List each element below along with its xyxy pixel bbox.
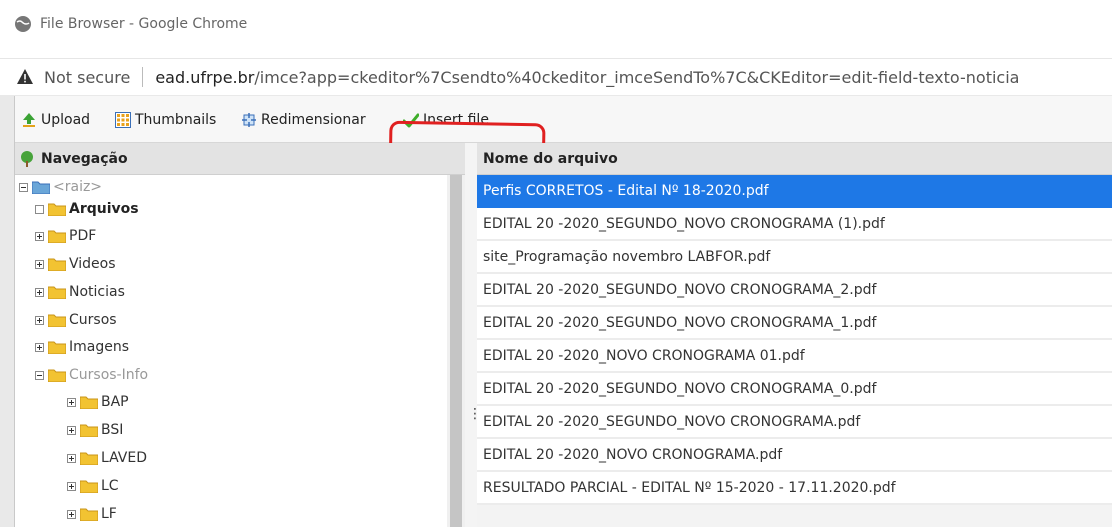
tree-item[interactable]: Cursos xyxy=(35,309,117,331)
panel-splitter[interactable]: ⋮ xyxy=(465,143,482,527)
tree-item-label: Videos xyxy=(69,256,116,272)
navigation-header: Navegação xyxy=(15,143,465,175)
expand-toggle[interactable] xyxy=(67,397,76,407)
tree-item-label: BAP xyxy=(101,394,129,410)
folder-icon xyxy=(48,258,66,271)
window-title: File Browser - Google Chrome xyxy=(40,16,248,32)
tree-item-label: LC xyxy=(101,478,119,494)
resize-button[interactable]: Redimensionar xyxy=(241,110,366,130)
tree-item-label: PDF xyxy=(69,228,97,244)
folder-icon xyxy=(48,286,66,299)
file-list-header[interactable]: Nome do arquivo xyxy=(477,143,1112,175)
tree-item[interactable]: LF xyxy=(67,503,117,525)
expand-toggle[interactable] xyxy=(35,342,44,352)
tree-icon xyxy=(21,150,33,167)
thumbnails-label: Thumbnails xyxy=(135,112,217,128)
url-text[interactable]: ead.ufrpe.br/imce?app=ckeditor%7Csendto%… xyxy=(155,68,1075,87)
file-row[interactable]: EDITAL 20 -2020_SEGUNDO_NOVO CRONOGRAMA_… xyxy=(477,373,1112,406)
folder-icon xyxy=(48,341,66,354)
upload-button[interactable]: Upload xyxy=(21,110,90,130)
tree-item-label: LF xyxy=(101,506,117,522)
navigation-title: Navegação xyxy=(41,150,128,167)
globe-icon xyxy=(15,16,31,32)
expand-toggle[interactable] xyxy=(67,425,76,435)
file-row[interactable]: EDITAL 20 -2020_SEGUNDO_NOVO CRONOGRAMA.… xyxy=(477,406,1112,439)
expand-toggle[interactable] xyxy=(35,287,44,297)
upload-icon xyxy=(23,113,35,127)
address-bar[interactable]: Not secure ead.ufrpe.br/imce?app=ckedito… xyxy=(0,58,1112,95)
tree-item[interactable]: Arquivos xyxy=(35,198,139,220)
expand-toggle[interactable] xyxy=(67,509,76,519)
expand-toggle[interactable] xyxy=(35,315,44,325)
folder-icon xyxy=(32,181,50,194)
tree-item[interactable]: PDF xyxy=(35,225,96,247)
tree-root[interactable]: <raiz> xyxy=(19,176,102,198)
folder-icon xyxy=(80,396,98,409)
folder-icon xyxy=(48,369,66,382)
warning-icon xyxy=(17,69,33,84)
file-row[interactable]: EDITAL 20 -2020_SEGUNDO_NOVO CRONOGRAMA_… xyxy=(477,307,1112,340)
thumbnails-icon xyxy=(115,112,131,128)
file-row[interactable]: EDITAL 20 -2020_NOVO CRONOGRAMA.pdf xyxy=(477,439,1112,472)
expand-toggle[interactable] xyxy=(35,259,44,269)
tree-item-label: LAVED xyxy=(101,450,148,466)
thumbnails-button[interactable]: Thumbnails xyxy=(115,110,216,130)
tree-item[interactable]: BSI xyxy=(67,419,123,441)
collapse-toggle[interactable] xyxy=(35,204,44,214)
browser-title-bar: File Browser - Google Chrome xyxy=(0,0,1112,58)
folder-icon xyxy=(80,508,98,521)
expand-toggle[interactable] xyxy=(35,231,44,241)
toolbar: Upload Thumbnails Redimensionar Insert f… xyxy=(15,96,1112,184)
tree-item[interactable]: Noticias xyxy=(35,281,125,303)
tree-item-label: Arquivos xyxy=(69,201,139,217)
tree-item-label: Cursos xyxy=(69,312,117,328)
tree-item[interactable]: Imagens xyxy=(35,336,129,358)
folder-tree: <raiz> Arquivos PDF Videos Noticias Cursos Im… xyxy=(15,175,447,527)
security-status[interactable]: Not secure xyxy=(44,68,130,87)
tree-item[interactable]: Cursos-Info xyxy=(35,364,148,386)
address-separator xyxy=(142,67,144,87)
tree-item-label: Noticias xyxy=(69,284,125,300)
file-row[interactable]: Perfis CORRETOS - Edital Nº 18-2020.pdf xyxy=(477,175,1112,208)
file-browser: Upload Thumbnails Redimensionar Insert f… xyxy=(14,96,1112,527)
tree-item[interactable]: Videos xyxy=(35,253,116,275)
expand-toggle[interactable] xyxy=(67,453,76,463)
folder-icon xyxy=(80,452,98,465)
folder-icon xyxy=(80,424,98,437)
url-path: /imce?app=ckeditor%7Csendto%40ckeditor_i… xyxy=(254,67,1020,87)
file-row[interactable]: EDITAL 20 -2020_SEGUNDO_NOVO CRONOGRAMA … xyxy=(477,208,1112,241)
file-row[interactable]: EDITAL 20 -2020_NOVO CRONOGRAMA 01.pdf xyxy=(477,340,1112,373)
resize-icon xyxy=(242,113,256,127)
folder-icon xyxy=(48,314,66,327)
url-host: ead.ufrpe.br xyxy=(155,67,255,87)
file-list: Perfis CORRETOS - Edital Nº 18-2020.pdf E… xyxy=(477,175,1112,527)
folder-icon xyxy=(80,480,98,493)
file-row[interactable]: RESULTADO PARCIAL - EDITAL Nº 15-2020 - … xyxy=(477,472,1112,505)
folder-icon xyxy=(48,203,66,216)
tree-root-label: <raiz> xyxy=(53,179,103,195)
collapse-toggle[interactable] xyxy=(35,370,44,380)
expand-toggle[interactable] xyxy=(67,481,76,491)
tree-item-label: BSI xyxy=(101,422,124,438)
tree-item[interactable]: LC xyxy=(67,475,119,497)
file-row[interactable]: site_Programação novembro LABFOR.pdf xyxy=(477,241,1112,274)
tree-item-label: Imagens xyxy=(69,339,130,355)
folder-icon xyxy=(48,230,66,243)
tree-item[interactable]: LAVED xyxy=(67,447,147,469)
tree-item[interactable]: BAP xyxy=(67,391,129,413)
collapse-toggle[interactable] xyxy=(19,182,28,192)
tree-item-label: Cursos-Info xyxy=(69,367,149,383)
tree-scrollbar[interactable] xyxy=(447,175,465,527)
scrollbar-thumb[interactable] xyxy=(450,175,462,527)
upload-label: Upload xyxy=(41,112,91,128)
column-filename[interactable]: Nome do arquivo xyxy=(483,151,618,167)
file-row[interactable]: EDITAL 20 -2020_SEGUNDO_NOVO CRONOGRAMA_… xyxy=(477,274,1112,307)
resize-label: Redimensionar xyxy=(261,112,366,128)
